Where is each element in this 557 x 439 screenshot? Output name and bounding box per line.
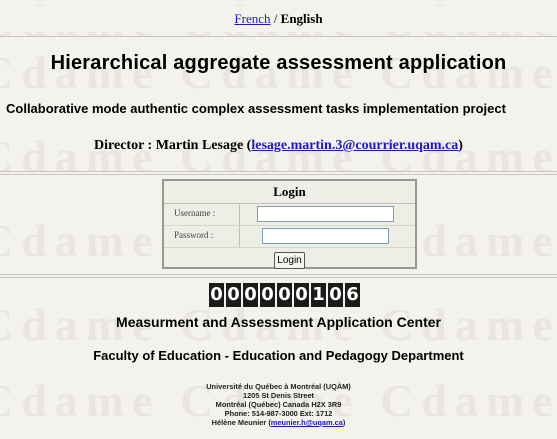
password-input[interactable] xyxy=(262,228,389,244)
address-city: Montréal (Québec) Canada H2X 3R9 xyxy=(215,400,342,409)
center-name: Measurment and Assessment Application Ce… xyxy=(116,314,441,330)
contact-suffix: ) xyxy=(342,418,346,427)
username-row: Username : xyxy=(164,204,415,226)
counter-digit: 0 xyxy=(294,283,309,307)
counter-digit: 0 xyxy=(328,283,343,307)
address-contact: Hélène Meunier (meunier.h@uqam.ca) xyxy=(0,418,557,427)
counter-digit: 0 xyxy=(260,283,275,307)
username-label: Username : xyxy=(174,208,216,218)
counter-digit: 0 xyxy=(243,283,258,307)
contact-name: Hélène Meunier ( xyxy=(211,418,271,427)
address-street: 1205 St Denis Street xyxy=(242,391,315,400)
page: Cdame Cdame Cdame Cdame Cdame Cdame Cdam… xyxy=(0,0,557,439)
username-input[interactable] xyxy=(257,206,394,222)
director-label: Director : Martin Lesage ( xyxy=(94,138,252,153)
counter-digit: 1 xyxy=(311,283,326,307)
divider xyxy=(0,171,557,172)
address-phone: Phone: 514-987-3000 Ext: 1712 xyxy=(224,409,333,418)
director-suffix: ) xyxy=(458,138,463,153)
counter-digit: 0 xyxy=(277,283,292,307)
login-button[interactable]: Login xyxy=(274,252,305,269)
divider xyxy=(0,274,557,275)
password-label: Password : xyxy=(174,230,214,240)
counter-digit: 0 xyxy=(209,283,224,307)
french-link[interactable]: French xyxy=(234,11,270,26)
divider xyxy=(0,174,557,175)
login-form: Login Username : Password : Login xyxy=(162,179,417,269)
column-separator xyxy=(239,204,240,225)
address-block: Université du Québec à Montréal (UQÀM) 1… xyxy=(0,382,557,427)
english-current: English xyxy=(280,11,323,26)
divider xyxy=(0,277,557,278)
visitor-counter: 0 0 0 0 0 0 1 0 6 xyxy=(209,283,360,307)
counter-digit: 0 xyxy=(226,283,241,307)
project-subtitle: Collaborative mode authentic complex ass… xyxy=(6,101,506,116)
login-heading: Login xyxy=(164,181,415,204)
contact-email-link[interactable]: meunier.h@uqam.ca xyxy=(271,418,343,427)
divider xyxy=(0,36,557,37)
column-separator xyxy=(239,226,240,247)
login-button-row: Login xyxy=(164,248,415,269)
language-separator: / xyxy=(273,11,278,26)
page-title: Hierarchical aggregate assessment applic… xyxy=(50,52,507,74)
director-line: Director : Martin Lesage (lesage.martin.… xyxy=(0,138,557,154)
counter-digit: 6 xyxy=(345,283,360,307)
language-switcher: French / English xyxy=(0,6,557,32)
faculty-name: Faculty of Education - Education and Ped… xyxy=(93,348,464,363)
password-row: Password : xyxy=(164,226,415,248)
director-email-link[interactable]: lesage.martin.3@courrier.uqam.ca xyxy=(251,138,458,153)
address-university: Université du Québec à Montréal (UQÀM) xyxy=(206,382,351,391)
